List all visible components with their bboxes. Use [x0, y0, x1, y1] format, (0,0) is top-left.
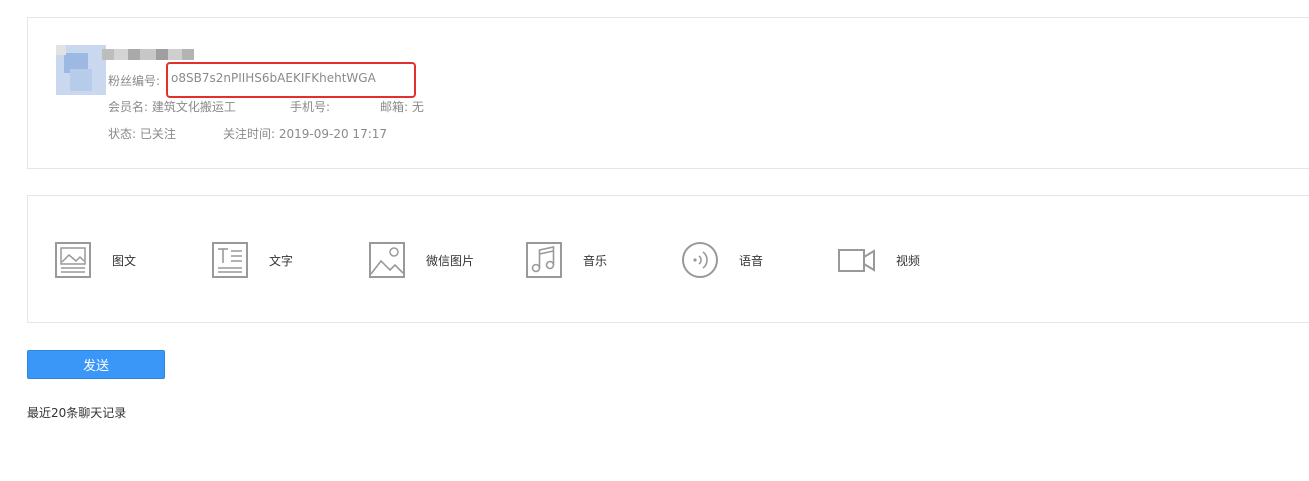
- fan-id-row: 粉丝编号:: [108, 72, 160, 89]
- chat-history-title: 最近20条聊天记录: [27, 406, 127, 420]
- phone-label: 手机号:: [290, 100, 331, 114]
- type-voice-label: 语音: [739, 253, 764, 268]
- fan-id-value: o8SB7s2nPIIHS6bAEKIFKhehtWGA: [171, 71, 376, 85]
- type-image-label: 微信图片: [426, 253, 475, 268]
- type-music-label: 音乐: [583, 253, 608, 268]
- status-value: 已关注: [139, 127, 176, 141]
- image-icon: [369, 242, 405, 278]
- type-video[interactable]: 视频: [838, 242, 920, 278]
- phone-row: 手机号:: [290, 98, 330, 115]
- type-image[interactable]: 微信图片: [368, 242, 474, 278]
- member-name-row: 会员名: 建筑文化搬运工: [108, 98, 236, 115]
- music-icon: [526, 242, 562, 278]
- video-icon: [838, 249, 875, 272]
- avatar: [56, 45, 106, 95]
- type-music[interactable]: 音乐: [525, 242, 607, 278]
- status-row: 状态: 已关注: [108, 125, 176, 142]
- follow-time-value: 2019-09-20 17:17: [278, 127, 388, 141]
- fan-profile-panel: 粉丝编号: o8SB7s2nPIIHS6bAEKIFKhehtWGA 会员名: …: [27, 17, 1309, 169]
- fan-id-label: 粉丝编号:: [108, 74, 161, 88]
- type-news-label: 图文: [112, 253, 137, 268]
- type-text-label: 文字: [269, 253, 294, 268]
- type-voice[interactable]: 语音: [681, 242, 763, 278]
- type-video-label: 视频: [896, 253, 921, 268]
- type-text[interactable]: 文字: [211, 242, 293, 278]
- member-nickname-blurred: [102, 45, 200, 60]
- news-icon: [55, 242, 91, 278]
- text-icon: [212, 242, 248, 278]
- email-label: 邮箱:: [380, 100, 409, 114]
- email-value: 无: [411, 100, 424, 114]
- email-row: 邮箱: 无: [380, 98, 424, 115]
- status-label: 状态:: [108, 127, 137, 141]
- send-button[interactable]: 发送: [27, 350, 165, 379]
- follow-time-row: 关注时间: 2019-09-20 17:17: [223, 125, 387, 142]
- member-name-value: 建筑文化搬运工: [151, 100, 236, 114]
- voice-icon: [682, 242, 718, 278]
- type-news[interactable]: 图文: [54, 242, 136, 278]
- follow-time-label: 关注时间:: [223, 127, 276, 141]
- member-name-label: 会员名:: [108, 100, 149, 114]
- message-type-panel: 图文 文字 微信图片 音乐 语音 视频: [27, 195, 1309, 323]
